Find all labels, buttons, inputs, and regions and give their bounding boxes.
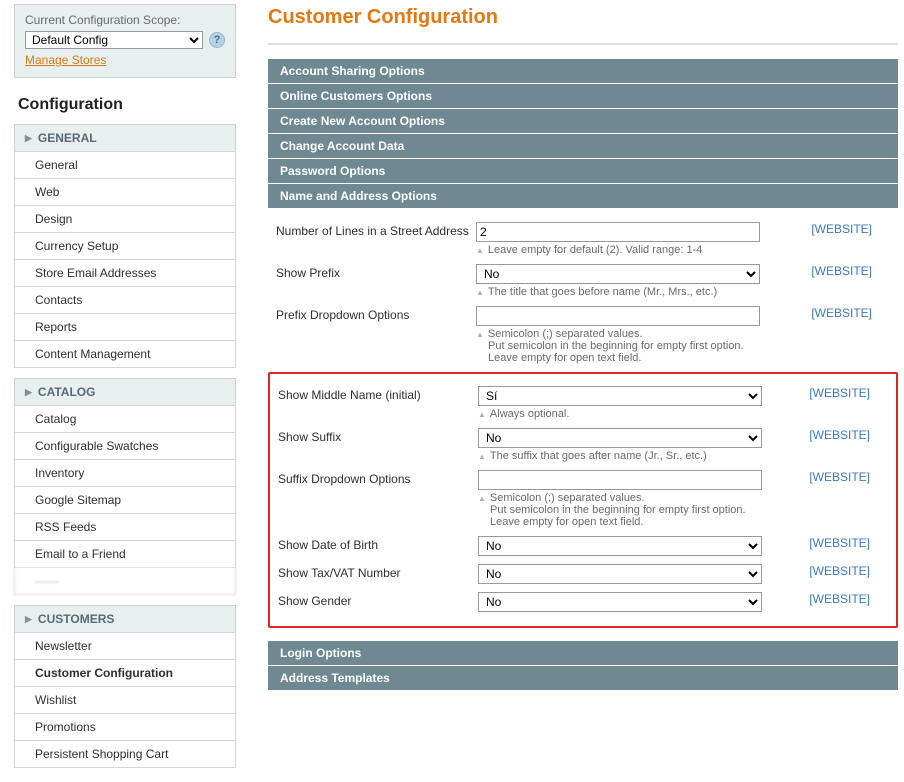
- select-tax[interactable]: No: [478, 564, 762, 584]
- label-suffix-opts: Suffix Dropdown Options: [278, 470, 478, 486]
- label-suffix: Show Suffix: [278, 428, 478, 444]
- select-prefix[interactable]: No: [476, 264, 760, 284]
- chevron-right-icon: ▶: [25, 614, 32, 625]
- section-create-account[interactable]: Create New Account Options: [268, 109, 898, 133]
- nav-group-label: GENERAL: [38, 131, 97, 145]
- hint-prefix: The title that goes before name (Mr., Mr…: [488, 286, 717, 298]
- nav-group-label: CUSTOMERS: [38, 612, 114, 626]
- scope-link[interactable]: [WEBSITE]: [809, 470, 870, 484]
- section-name-address[interactable]: Name and Address Options: [268, 184, 898, 208]
- label-gender: Show Gender: [278, 592, 478, 608]
- label-middle: Show Middle Name (initial): [278, 386, 478, 402]
- nav-item-promotions[interactable]: Promotions: [14, 714, 236, 741]
- section-online-customers[interactable]: Online Customers Options: [268, 84, 898, 108]
- name-address-body-highlight: Show Middle Name (initial) Sí ▲ Always op…: [268, 372, 898, 628]
- section-account-sharing[interactable]: Account Sharing Options: [268, 59, 898, 83]
- hint-middle: Always optional.: [490, 408, 570, 420]
- scope-link[interactable]: [WEBSITE]: [811, 306, 872, 320]
- select-gender[interactable]: No: [478, 592, 762, 612]
- nav-item-catalog[interactable]: Catalog: [14, 405, 236, 433]
- scope-link[interactable]: [WEBSITE]: [811, 222, 872, 236]
- hint-suffix-opts-3: Leave empty for open text field.: [478, 516, 762, 528]
- label-prefix-opts: Prefix Dropdown Options: [276, 306, 476, 322]
- help-icon[interactable]: ?: [209, 32, 225, 48]
- select-suffix[interactable]: No: [478, 428, 762, 448]
- label-dob: Show Date of Birth: [278, 536, 478, 552]
- scope-link[interactable]: [WEBSITE]: [811, 264, 872, 278]
- input-prefix-opts[interactable]: [476, 306, 760, 326]
- section-login[interactable]: Login Options: [268, 641, 898, 665]
- section-address-templates[interactable]: Address Templates: [268, 666, 898, 690]
- page-title: Customer Configuration: [268, 6, 898, 29]
- sidebar-heading: Configuration: [18, 96, 236, 114]
- hint-lines: Leave empty for default (2). Valid range…: [488, 244, 702, 256]
- nav-item-persistent-cart[interactable]: Persistent Shopping Cart: [14, 741, 236, 768]
- triangle-up-icon: ▲: [476, 286, 484, 298]
- nav-item-rss[interactable]: RSS Feeds: [14, 514, 236, 541]
- section-change-account[interactable]: Change Account Data: [268, 134, 898, 158]
- nav-item-reports[interactable]: Reports: [14, 314, 236, 341]
- nav-item-general[interactable]: General: [14, 151, 236, 179]
- nav-item-swatches[interactable]: Configurable Swatches: [14, 433, 236, 460]
- label-prefix: Show Prefix: [276, 264, 476, 280]
- nav-item-design[interactable]: Design: [14, 206, 236, 233]
- scope-link[interactable]: [WEBSITE]: [809, 592, 870, 606]
- input-lines[interactable]: [476, 222, 760, 242]
- nav-group-general[interactable]: ▶ GENERAL: [14, 124, 236, 151]
- chevron-right-icon: ▶: [25, 133, 32, 144]
- nav-item-store-email[interactable]: Store Email Addresses: [14, 260, 236, 287]
- hint-suffix: The suffix that goes after name (Jr., Sr…: [490, 450, 707, 462]
- scope-link[interactable]: [WEBSITE]: [809, 536, 870, 550]
- scope-box: Current Configuration Scope: Default Con…: [14, 4, 236, 78]
- hint-prefix-opts-1: Semicolon (;) separated values.: [488, 328, 643, 340]
- hint-suffix-opts-2: Put semicolon in the beginning for empty…: [478, 504, 762, 516]
- label-lines: Number of Lines in a Street Address: [276, 222, 476, 238]
- scope-select[interactable]: Default Config: [25, 31, 203, 49]
- hint-suffix-opts-1: Semicolon (;) separated values.: [490, 492, 645, 504]
- scope-label: Current Configuration Scope:: [25, 13, 225, 27]
- select-dob[interactable]: No: [478, 536, 762, 556]
- nav-item-wishlist[interactable]: Wishlist: [14, 687, 236, 714]
- scope-link[interactable]: [WEBSITE]: [809, 564, 870, 578]
- hint-prefix-opts-2: Put semicolon in the beginning for empty…: [476, 340, 760, 352]
- triangle-up-icon: ▲: [478, 492, 486, 504]
- select-middle[interactable]: Sí: [478, 386, 762, 406]
- nav-group-catalog[interactable]: ▶ CATALOG: [14, 378, 236, 405]
- nav-item-newsletter[interactable]: Newsletter: [14, 632, 236, 660]
- nav-group-customers[interactable]: ▶ CUSTOMERS: [14, 605, 236, 632]
- nav-item-hidden[interactable]: ——: [14, 568, 236, 595]
- nav-item-web[interactable]: Web: [14, 179, 236, 206]
- scope-link[interactable]: [WEBSITE]: [809, 428, 870, 442]
- nav-item-cms[interactable]: Content Management: [14, 341, 236, 368]
- section-password[interactable]: Password Options: [268, 159, 898, 183]
- hint-prefix-opts-3: Leave empty for open text field.: [476, 352, 760, 364]
- triangle-up-icon: ▲: [476, 244, 484, 256]
- nav-item-currency[interactable]: Currency Setup: [14, 233, 236, 260]
- nav-item-contacts[interactable]: Contacts: [14, 287, 236, 314]
- chevron-right-icon: ▶: [25, 387, 32, 398]
- manage-stores-link[interactable]: Manage Stores: [25, 53, 106, 67]
- nav-group-label: CATALOG: [38, 385, 96, 399]
- title-rule: [268, 43, 898, 45]
- input-suffix-opts[interactable]: [478, 470, 762, 490]
- nav-item-email-friend[interactable]: Email to a Friend: [14, 541, 236, 568]
- name-address-body-top: Number of Lines in a Street Address ▲ Lea…: [268, 210, 898, 370]
- label-tax: Show Tax/VAT Number: [278, 564, 478, 580]
- triangle-up-icon: ▲: [476, 328, 484, 340]
- nav-item-inventory[interactable]: Inventory: [14, 460, 236, 487]
- triangle-up-icon: ▲: [478, 408, 486, 420]
- nav-item-sitemap[interactable]: Google Sitemap: [14, 487, 236, 514]
- scope-link[interactable]: [WEBSITE]: [809, 386, 870, 400]
- triangle-up-icon: ▲: [478, 450, 486, 462]
- nav-item-customer-config[interactable]: Customer Configuration: [14, 660, 236, 687]
